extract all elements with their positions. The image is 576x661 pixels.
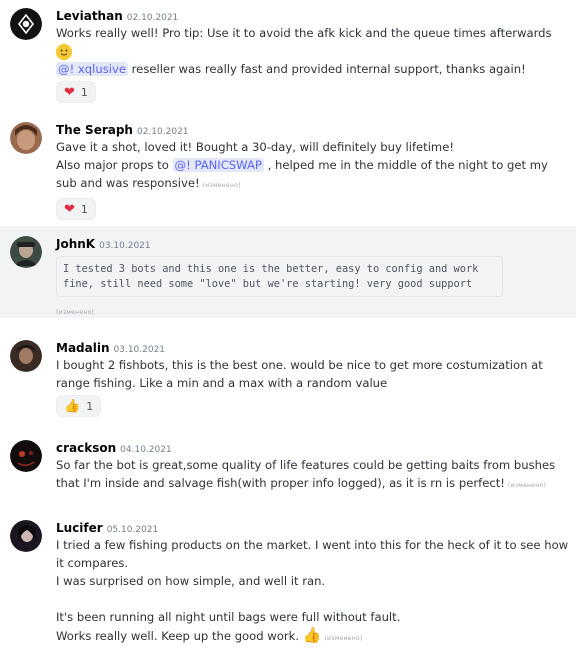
timestamp: 02.10.2021 bbox=[136, 127, 189, 137]
username[interactable]: Leviathan bbox=[56, 9, 123, 23]
reaction-thumbs-up[interactable]: 👍 1 bbox=[56, 395, 102, 417]
message-text: I bought 2 fishbots, this is the best on… bbox=[56, 358, 543, 372]
seraph-avatar-icon bbox=[10, 122, 42, 154]
message-text: So far the bot is great,some quality of … bbox=[56, 458, 556, 472]
code-block: I tested 3 bots and this one is the bett… bbox=[56, 256, 503, 297]
avatar[interactable] bbox=[10, 122, 42, 154]
message-text: I tried a few fishing products on the ma… bbox=[56, 538, 569, 552]
slightly-smiling-face-icon bbox=[56, 43, 72, 60]
code-line: fine, still need some "love" but we're s… bbox=[63, 278, 473, 290]
avatar[interactable] bbox=[10, 340, 42, 372]
message-feed: Leviathan 02.10.2021 Works really well! P… bbox=[0, 0, 576, 661]
reaction-count: 1 bbox=[80, 202, 88, 216]
timestamp: 02.10.2021 bbox=[126, 13, 179, 23]
username[interactable]: crackson bbox=[56, 441, 116, 455]
text-segment: sub and was responsive! bbox=[56, 176, 200, 190]
username[interactable]: Lucifer bbox=[56, 521, 103, 535]
message-text: Also major props to @! PANICSWAP , helpe… bbox=[56, 156, 568, 174]
text-segment: that I'm inside and salvage fish(with pr… bbox=[56, 476, 505, 490]
user-mention[interactable]: @! PANICSWAP bbox=[172, 158, 264, 172]
heart-icon: ❤ bbox=[64, 84, 75, 100]
avatar[interactable] bbox=[10, 520, 42, 552]
emoji-line bbox=[56, 42, 568, 60]
timestamp: 03.10.2021 bbox=[113, 345, 166, 355]
text-segment: Works really well. Keep up the good work… bbox=[56, 629, 300, 643]
edited-label: (изменено) bbox=[507, 482, 547, 489]
reaction-count: 1 bbox=[86, 399, 94, 413]
thumbs-up-icon: 👍 bbox=[302, 626, 322, 644]
avatar[interactable] bbox=[10, 8, 42, 40]
edited-label: (изменено) bbox=[202, 182, 241, 189]
message-text: It's been running all night until bags w… bbox=[56, 610, 401, 624]
message: Madalin 03.10.2021 I bought 2 fishbots, t… bbox=[0, 318, 576, 422]
mention-rest-text: reseller was really fast and provided in… bbox=[127, 62, 526, 76]
message: The Seraph 02.10.2021 Gave it a shot, lov… bbox=[0, 108, 576, 226]
johnk-avatar-icon bbox=[10, 236, 42, 268]
leviathan-avatar-icon bbox=[10, 8, 42, 40]
message-text: that I'm inside and salvage fish(with pr… bbox=[56, 474, 568, 495]
username[interactable]: The Seraph bbox=[56, 123, 133, 137]
message: Leviathan 02.10.2021 Works really well! P… bbox=[0, 0, 576, 108]
heart-icon: ❤ bbox=[64, 201, 75, 217]
username[interactable]: Madalin bbox=[56, 341, 110, 355]
username[interactable]: JohnK bbox=[56, 237, 95, 251]
avatar[interactable] bbox=[10, 440, 42, 472]
reaction-heart[interactable]: ❤ 1 bbox=[56, 81, 96, 103]
message-text: Works really well. Keep up the good work… bbox=[56, 626, 568, 648]
message-text: it compares. bbox=[56, 556, 129, 570]
message-text: @! xqlusive reseller was really fast and… bbox=[56, 60, 568, 78]
user-mention[interactable]: @! xqlusive bbox=[56, 62, 128, 76]
message-text: range fishing. Like a min and a max with… bbox=[56, 376, 388, 390]
message-text: Gave it a shot, loved it! Bought a 30-da… bbox=[56, 140, 455, 154]
timestamp: 05.10.2021 bbox=[106, 525, 159, 535]
message-text: I was surprised on how simple, and well … bbox=[56, 574, 326, 588]
message: JohnK 03.10.2021 I tested 3 bots and this… bbox=[0, 226, 576, 318]
timestamp: 03.10.2021 bbox=[99, 241, 151, 251]
text-segment: Also major props to bbox=[56, 158, 173, 172]
message-text: Works really well! Pro tip: Use it to av… bbox=[56, 26, 552, 40]
reaction-heart[interactable]: ❤ 1 bbox=[56, 198, 96, 220]
reaction-count: 1 bbox=[80, 85, 88, 99]
avatar[interactable] bbox=[10, 236, 42, 268]
timestamp: 04.10.2021 bbox=[120, 445, 172, 455]
code-line: I tested 3 bots and this one is the bett… bbox=[63, 263, 479, 275]
message: Lucifer 05.10.2021 I tried a few fishing … bbox=[0, 508, 576, 661]
lucifer-avatar-icon bbox=[10, 520, 42, 552]
edited-label: (изменено) bbox=[56, 309, 95, 316]
thumbs-up-icon: 👍 bbox=[64, 398, 81, 414]
edited-label: (изменено) bbox=[324, 635, 363, 642]
message-text: sub and was responsive! (изменено) bbox=[56, 174, 568, 195]
madalin-avatar-icon bbox=[10, 340, 42, 372]
text-segment: , helped me in the middle of the night t… bbox=[263, 158, 548, 172]
crackson-avatar-icon bbox=[10, 440, 42, 472]
message: crackson 04.10.2021 So far the bot is gre… bbox=[0, 422, 576, 508]
